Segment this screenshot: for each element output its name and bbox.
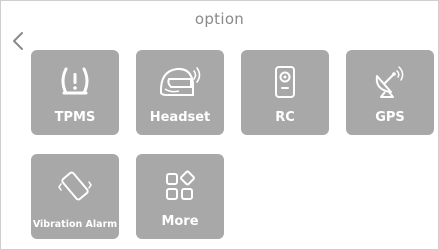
tire-pressure-icon bbox=[61, 67, 89, 95]
headset-button[interactable]: Headset bbox=[136, 50, 224, 135]
vibration-icon bbox=[58, 171, 92, 201]
option-screen: option TPMS Headset RC GPS Vibration Ala… bbox=[0, 0, 439, 250]
helmet-headset-icon bbox=[159, 67, 201, 96]
chevron-left-icon bbox=[13, 32, 23, 50]
vibration-alarm-button[interactable]: Vibration Alarm bbox=[31, 154, 119, 239]
vibration-alarm-label: Vibration Alarm bbox=[32, 219, 118, 230]
gps-label: GPS bbox=[375, 110, 405, 125]
more-label: More bbox=[161, 214, 199, 229]
tpms-button[interactable]: TPMS bbox=[31, 50, 119, 135]
remote-control-icon bbox=[275, 66, 295, 98]
more-apps-icon bbox=[166, 170, 195, 200]
back-button[interactable] bbox=[10, 30, 28, 52]
tpms-label: TPMS bbox=[54, 110, 96, 125]
rc-button[interactable]: RC bbox=[241, 50, 329, 135]
more-button[interactable]: More bbox=[136, 154, 224, 239]
gps-button[interactable]: GPS bbox=[346, 50, 434, 135]
page-title: option bbox=[194, 10, 245, 28]
rc-label: RC bbox=[275, 110, 295, 125]
headset-label: Headset bbox=[149, 110, 211, 125]
satellite-dish-icon bbox=[375, 66, 404, 98]
